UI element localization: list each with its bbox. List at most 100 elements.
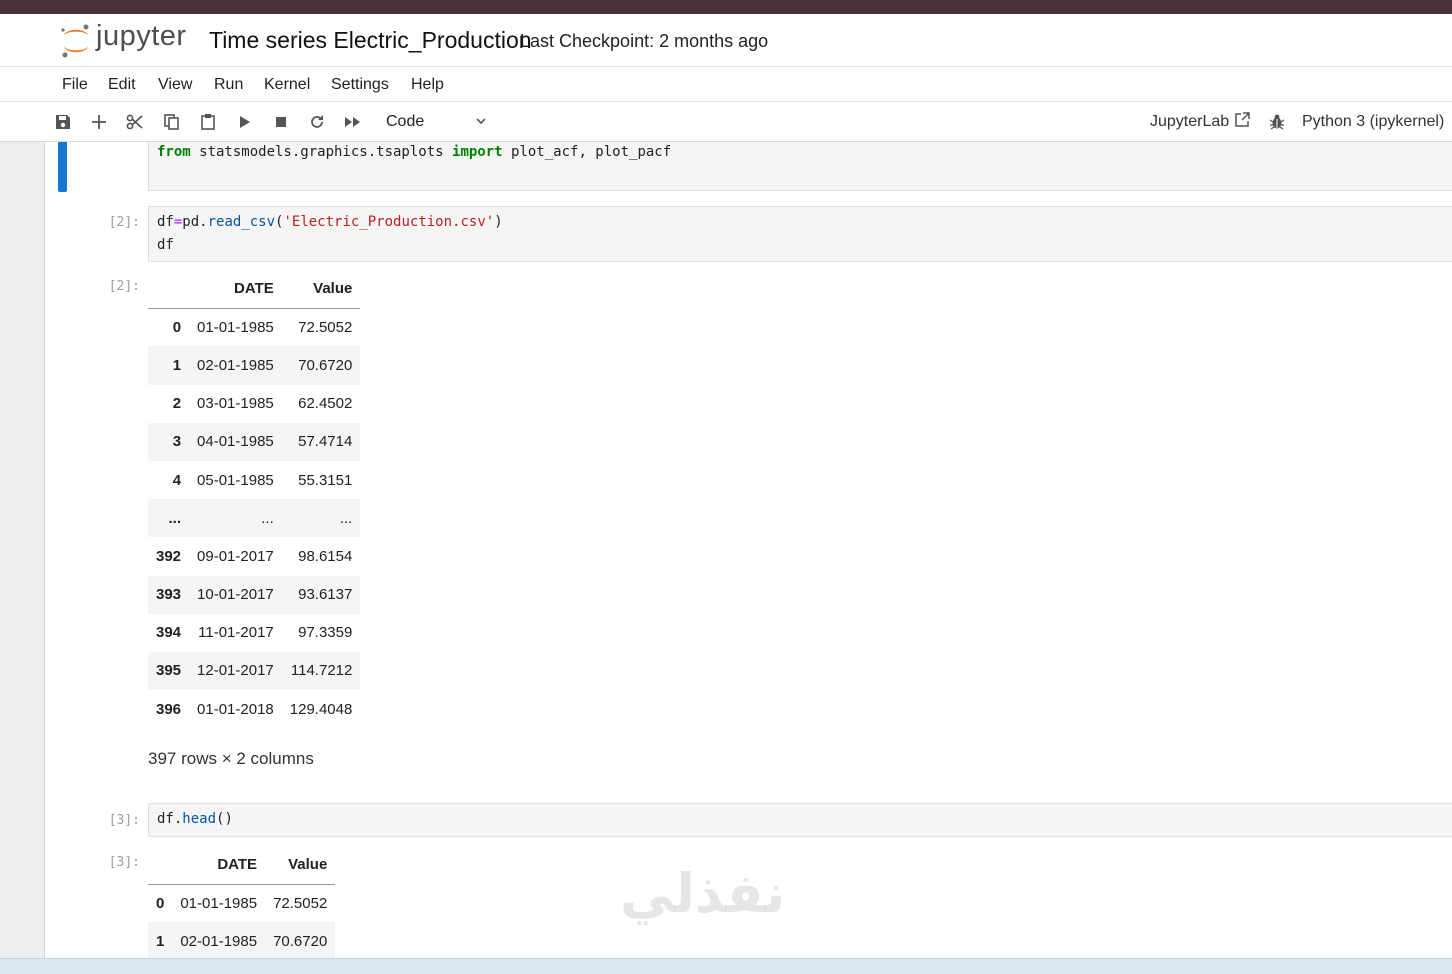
cell-type-select[interactable]: Code [380,108,492,136]
table-row: 394 11-01-2017 97.3359 [148,614,360,652]
date-cell: 02-01-1985 [197,356,274,374]
value-cell: 57.4714 [298,433,353,451]
column-header-date: DATE [172,846,266,885]
index-header [148,270,190,309]
output-prompt: [2]: [108,279,140,294]
row-index: 1 [172,356,182,374]
row-index: 0 [156,895,165,913]
value-cell: 72.5052 [273,895,328,913]
code-text: statsmodels.graphics.tsaplots [190,144,453,160]
window-top-strip [0,0,1452,14]
value-cell: 114.7212 [290,662,353,680]
menu-view[interactable]: View [158,76,192,94]
fast-forward-icon[interactable] [343,112,363,132]
row-index: 4 [172,471,182,489]
menu-settings[interactable]: Settings [331,76,389,94]
kernel-status[interactable]: Python 3 (ipykernel) [1302,113,1444,131]
table-header-row: DATE Value [148,270,361,309]
table-row: 1 02-01-1985 70.6720 [148,346,361,385]
restart-icon[interactable] [307,112,327,132]
menu-file[interactable]: File [62,76,88,94]
table-row: 2 03-01-1985 62.4502 [148,385,360,423]
code-text: ) [494,214,503,230]
code-text: pd. [182,214,208,230]
notebook-content[interactable]: from statsmodels.graphics.tsaplots impor… [0,142,1452,958]
table-row: 0 01-01-1985 72.5052 [148,884,335,922]
output-prompt: [3]: [108,855,140,870]
row-index: 393 [156,586,182,604]
date-cell: 05-01-1985 [197,471,274,489]
table-row: 4 05-01-1985 55.3151 [148,461,360,499]
run-icon[interactable] [234,112,254,132]
column-header-date: DATE [189,270,282,309]
paste-icon[interactable] [198,112,218,132]
date-cell: 01-01-2018 [197,700,274,718]
code-string: 'Electric_Production.csv' [283,214,495,230]
menu-help[interactable]: Help [411,76,444,94]
code-cell-input[interactable]: from statsmodels.graphics.tsaplots impor… [148,142,1452,191]
open-jupyterlab-link[interactable]: JupyterLab [1150,113,1229,131]
jupyter-logo-icon[interactable] [58,22,94,60]
date-cell: 10-01-2017 [197,586,274,604]
row-index: 0 [172,319,182,337]
date-cell: ... [261,509,274,527]
row-index: ... [168,509,182,527]
dataframe-table: DATE Value 0 01-01-1985 72.5052 1 02-01-1985… [148,270,361,728]
jupyter-logo-text: jupyter [96,20,187,52]
dataframe-table: DATE Value 0 01-01-1985 72.5052 1 02-01-1985… [148,846,336,958]
table-row: 1 02-01-1985 70.6720 [148,922,336,958]
add-cell-icon[interactable] [89,112,109,132]
code-cell-input[interactable]: df=pd.read_csv('Electric_Production.csv'… [148,206,1452,262]
watermark: نفذلي [620,862,786,925]
left-gutter [0,142,45,958]
row-index: 2 [172,395,182,413]
code-text: df. [157,811,183,827]
value-cell: 62.4502 [298,395,353,413]
input-prompt: [2]: [108,215,140,230]
chevron-down-icon [476,118,486,125]
menu-run[interactable]: Run [214,76,243,94]
date-cell: 09-01-2017 [197,547,274,565]
date-cell: 02-01-1985 [180,932,258,950]
table-row: 393 10-01-2017 93.6137 [148,575,361,614]
value-cell: 98.6154 [298,547,353,565]
dataframe-summary: 397 rows × 2 columns [148,749,314,768]
table-row: 3 04-01-1985 57.4714 [148,422,361,461]
cut-icon[interactable] [125,112,145,132]
save-icon[interactable] [53,112,73,132]
code-cell-input[interactable]: df.head() [148,803,1452,837]
code-keyword: import [452,144,503,160]
cell-type-value: Code [386,113,425,130]
table-row: 392 09-01-2017 98.6154 [148,537,360,575]
table-row: 396 01-01-2018 129.4048 [148,690,360,728]
value-cell: ... [339,509,353,527]
menu-edit[interactable]: Edit [108,76,136,94]
code-keyword: from [157,144,191,160]
table-header-row: DATE Value [148,846,336,885]
stop-icon[interactable] [271,112,291,132]
row-index: 395 [156,662,182,680]
active-cell-indicator[interactable] [58,142,67,192]
row-index: 3 [172,433,182,451]
checkpoint-status: Last Checkpoint: 2 months ago [520,31,769,51]
value-cell: 70.6720 [273,932,328,950]
table-row: ......... [148,499,361,538]
column-header-value: Value [265,846,336,885]
external-link-icon[interactable] [1233,111,1251,129]
row-index: 394 [156,624,182,642]
table-row: 0 01-01-1985 72.5052 [148,308,360,346]
code-function: read_csv [207,214,276,230]
bug-icon[interactable] [1268,113,1286,131]
os-taskbar [0,958,1452,974]
value-cell: 129.4048 [289,700,353,718]
notebook-toolbar: Code JupyterLab Python 3 (ipykernel) [0,102,1452,142]
value-cell: 93.6137 [298,586,353,604]
date-cell: 12-01-2017 [197,662,274,680]
notebook-header: jupyter Time series Electric_Production … [0,14,1452,67]
copy-icon[interactable] [162,112,182,132]
notebook-title[interactable]: Time series Electric_Production [209,27,532,54]
code-text: plot_acf, plot_pacf [502,144,672,160]
menu-kernel[interactable]: Kernel [264,76,310,94]
value-cell: 97.3359 [298,624,353,642]
value-cell: 55.3151 [298,471,353,489]
